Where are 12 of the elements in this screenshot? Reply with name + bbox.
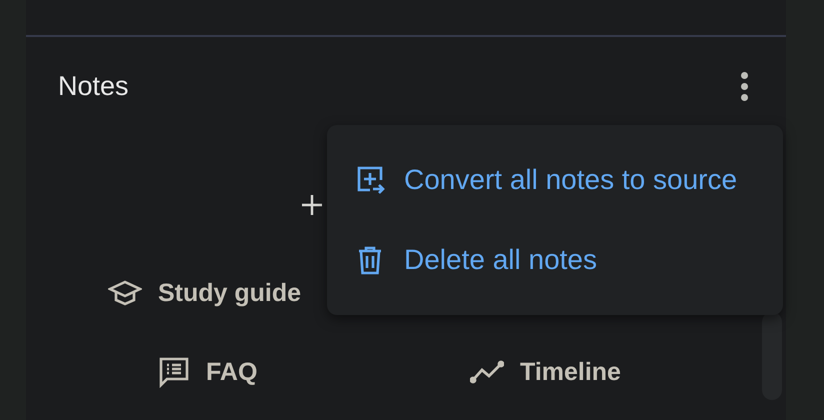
convert-notes-menu-item[interactable]: Convert all notes to source: [327, 140, 783, 220]
faq-button[interactable]: FAQ: [158, 356, 470, 388]
notes-title: Notes: [58, 70, 129, 102]
trash-icon: [356, 245, 384, 275]
delete-all-notes-menu-item[interactable]: Delete all notes: [327, 220, 783, 300]
study-guide-button[interactable]: Study guide: [108, 278, 302, 308]
scrollbar-thumb[interactable]: [762, 312, 782, 400]
add-icon[interactable]: [300, 193, 324, 217]
comment-list-icon: [158, 356, 190, 388]
timeline-button[interactable]: Timeline: [470, 358, 621, 386]
line-graph-icon: [470, 360, 504, 384]
graduation-cap-icon: [108, 279, 142, 307]
